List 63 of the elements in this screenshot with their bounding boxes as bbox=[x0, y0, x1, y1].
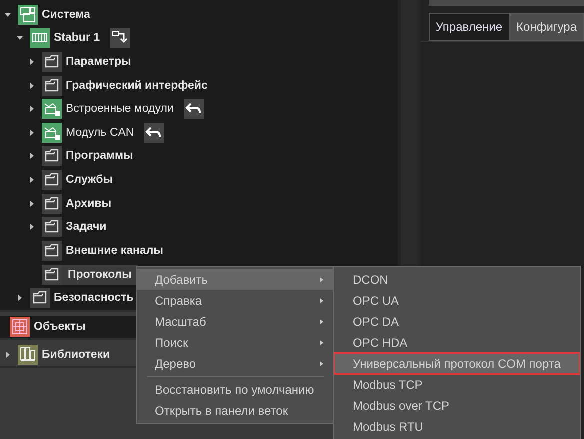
folder-icon bbox=[42, 146, 62, 166]
menu-item[interactable]: Дерево bbox=[137, 353, 334, 374]
module-icon bbox=[30, 28, 50, 48]
tree-label: Архивы bbox=[66, 198, 112, 210]
computer-icon bbox=[18, 4, 38, 25]
menu-item[interactable]: OPC HDA bbox=[334, 332, 580, 353]
tree-item[interactable]: Параметры bbox=[0, 50, 132, 74]
menu-item[interactable]: Справка bbox=[137, 290, 334, 311]
tree-label: Параметры bbox=[66, 56, 132, 68]
menu-item[interactable]: Добавить bbox=[137, 269, 334, 290]
folder-icon bbox=[30, 288, 50, 308]
dropdown-button[interactable] bbox=[110, 28, 130, 48]
menu-item[interactable]: Восстановить по умолчанию bbox=[137, 379, 334, 400]
tree-label: Задачи bbox=[66, 221, 107, 234]
menu-item[interactable]: Открыть в панели веток bbox=[137, 400, 334, 421]
board-icon bbox=[42, 99, 62, 120]
tab[interactable]: Управление bbox=[428, 13, 510, 41]
tree-item[interactable]: Безопасность bbox=[0, 286, 134, 310]
menu-item[interactable]: Масштаб bbox=[137, 311, 334, 332]
tree-label: Объекты bbox=[34, 321, 86, 333]
menu-item[interactable]: Modbus TCP bbox=[334, 374, 580, 395]
tree-label: Протоколы bbox=[62, 264, 138, 284]
tree-label: Встроенные модули bbox=[66, 103, 174, 116]
tree-label: Службы bbox=[66, 174, 114, 186]
tree-item[interactable]: Графический интерфейс bbox=[0, 74, 208, 98]
undo-button[interactable] bbox=[144, 122, 164, 143]
objects-icon bbox=[10, 317, 30, 337]
menu-item[interactable]: Универсальный протокол COM порта bbox=[334, 353, 580, 374]
tree-item[interactable]: Stabur 1 bbox=[0, 26, 130, 50]
tree-label: Система bbox=[42, 8, 90, 21]
menu-item[interactable]: Modbus over TCP bbox=[334, 395, 580, 416]
folder-icon bbox=[42, 194, 62, 214]
tab[interactable]: Конфигура bbox=[510, 13, 584, 41]
tree-label: Stabur 1 bbox=[54, 32, 100, 44]
tree-item[interactable]: Встроенные модули bbox=[0, 97, 204, 122]
menu-item[interactable]: OPC DA bbox=[334, 311, 580, 332]
tree-item[interactable]: Архивы bbox=[0, 192, 112, 216]
tree-label: Внешние каналы bbox=[66, 244, 164, 257]
tree-label: Безопасность bbox=[54, 292, 134, 304]
menu-item[interactable]: OPC UA bbox=[334, 290, 580, 311]
folder-icon bbox=[42, 240, 62, 261]
tree-item[interactable]: Службы bbox=[0, 168, 114, 192]
folder-icon bbox=[42, 170, 62, 190]
undo-button[interactable] bbox=[184, 99, 204, 120]
tree-label: Модуль CAN bbox=[66, 126, 134, 139]
menu-item[interactable]: Modbus RTU bbox=[334, 416, 580, 437]
folder-icon bbox=[42, 217, 62, 238]
tree-item[interactable]: Программы bbox=[0, 144, 134, 168]
tree-item[interactable]: Задачи bbox=[0, 215, 107, 240]
tree-item[interactable]: Модуль CAN bbox=[0, 121, 164, 145]
menu-item[interactable]: Поиск bbox=[137, 332, 334, 353]
folder-icon bbox=[42, 52, 62, 72]
tree-item[interactable]: Внешние каналы bbox=[0, 239, 164, 263]
tree-item[interactable]: Система bbox=[0, 3, 90, 27]
tree-label: Графический интерфейс bbox=[66, 80, 208, 92]
menu-item[interactable]: DCON bbox=[334, 269, 580, 290]
tree-label: Программы bbox=[66, 150, 134, 162]
books-icon bbox=[18, 345, 38, 365]
tree-item[interactable]: Протоколы bbox=[0, 262, 138, 286]
board-icon bbox=[42, 122, 62, 143]
folder-icon bbox=[42, 264, 62, 284]
tree-label: Библиотеки bbox=[42, 349, 110, 361]
folder-icon bbox=[42, 76, 62, 96]
